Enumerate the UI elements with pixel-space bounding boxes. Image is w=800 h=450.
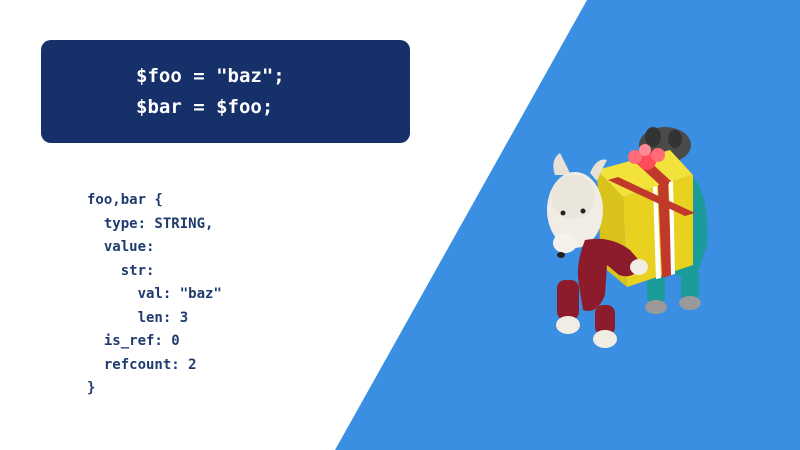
zval-line: refcount: 2	[87, 356, 197, 373]
zval-line: is_ref: 0	[87, 333, 180, 349]
zval-line: foo,bar {	[87, 192, 163, 208]
php-code-box: $foo = "baz"; $bar = $foo;	[41, 40, 410, 143]
zval-line: str:	[87, 262, 155, 279]
zval-line: len: 3	[87, 309, 189, 326]
zval-line: type: STRING,	[87, 215, 214, 232]
zval-structure: foo,bar { type: STRING, value: str: val:…	[87, 189, 222, 401]
dogs-carrying-gift-icon	[547, 127, 708, 348]
zval-line: }	[87, 380, 96, 396]
slide: $foo = "baz"; $bar = $foo; foo,bar { typ…	[0, 0, 800, 450]
php-code-line: $bar = $foo;	[136, 96, 274, 118]
zval-line: val: "baz"	[87, 286, 222, 302]
zval-line: value:	[87, 239, 155, 255]
php-code-line: $foo = "baz";	[136, 65, 285, 87]
